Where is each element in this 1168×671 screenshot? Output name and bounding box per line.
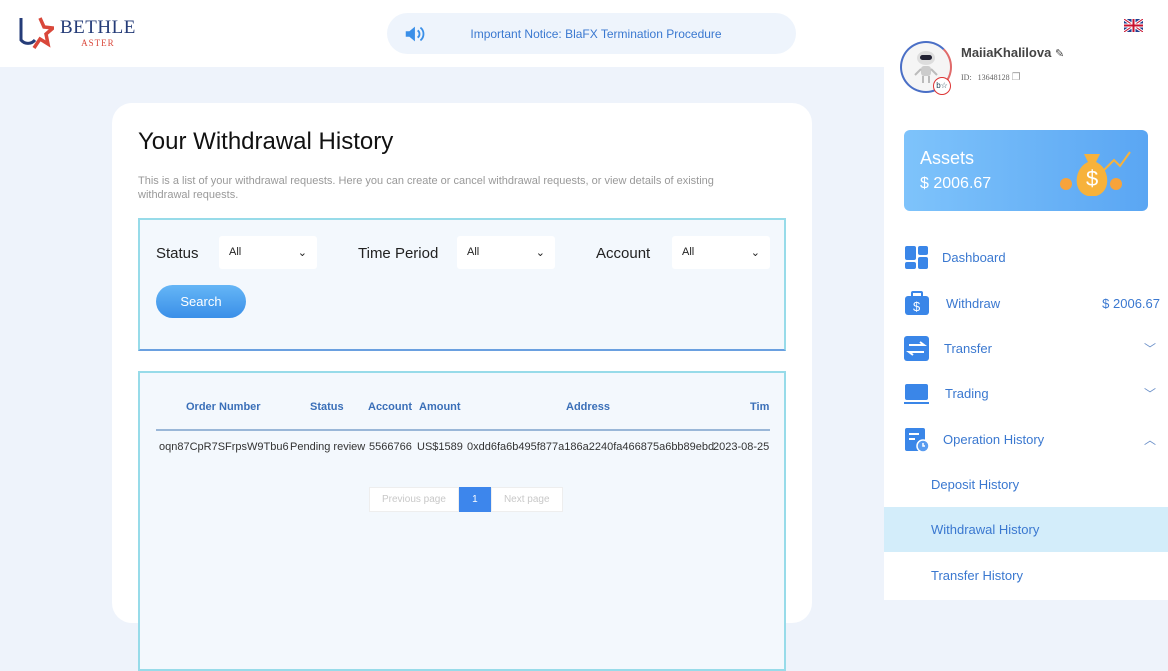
notice-text[interactable]: Important Notice: BlaFX Termination Proc… (426, 27, 796, 41)
page-1-button[interactable]: 1 (458, 487, 491, 512)
status-label: Status (156, 245, 199, 262)
logo[interactable]: BETHLE ASTER (18, 16, 136, 50)
filter-panel: Status All ⌄ Time Period All ⌄ Account All… (138, 218, 786, 351)
cell-status: Pending review (290, 441, 366, 453)
logo-icon (19, 17, 54, 49)
cell-time: 2023-08-25 (713, 441, 770, 453)
money-bag-illustration-icon: $ (1060, 151, 1131, 196)
svg-text:$: $ (1086, 166, 1098, 191)
header-address: Address (566, 401, 611, 413)
withdraw-label: Withdraw (946, 296, 1001, 311)
sidebar-item-transfer[interactable]: Transfer ﹀ (884, 326, 1168, 371)
trading-label: Trading (945, 386, 989, 401)
top-header: BETHLE ASTER Important Notice: BlaFX Term… (0, 0, 884, 67)
account-label: Account (596, 245, 651, 262)
copy-icon[interactable]: ❐ (1012, 72, 1021, 83)
cell-amount: US$1589 (417, 441, 463, 453)
speaker-icon (405, 26, 425, 41)
header-time: Tim (750, 401, 770, 413)
dashboard-icon (905, 246, 928, 269)
username-text: MaiiaKhalilova (961, 45, 1052, 60)
dashboard-label: Dashboard (942, 250, 1006, 265)
operation-history-label: Operation History (943, 432, 1045, 447)
history-icon (905, 428, 929, 452)
withdraw-icon: $ (905, 291, 929, 315)
account-value: All (682, 246, 695, 258)
page-description: This is a list of your withdrawal reques… (138, 175, 714, 201)
chevron-down-icon[interactable]: ﹀ (1144, 340, 1156, 357)
previous-page-button[interactable]: Previous page (369, 487, 459, 512)
status-select[interactable]: All ⌄ (219, 236, 317, 269)
page-title: Your Withdrawal History (138, 128, 394, 155)
header-status: Status (310, 401, 344, 413)
header-order-number: Order Number (186, 401, 261, 413)
withdrawal-table: Order Number Status Account Amount Addre… (138, 371, 786, 671)
pagination: Previous page 1 Next page (369, 487, 563, 512)
sidebar-item-deposit-history[interactable]: Deposit History (884, 462, 1168, 507)
assets-label: Assets (920, 148, 975, 168)
header-account: Account (368, 401, 412, 413)
chevron-down-icon[interactable]: ﹀ (1144, 385, 1156, 402)
sidebar-item-transfer-history[interactable]: Transfer History (884, 553, 1168, 598)
period-value: All (467, 246, 480, 258)
transfer-label: Transfer (944, 341, 992, 356)
id-label: ID: (961, 73, 972, 82)
username: MaiiaKhalilova ✎ (961, 45, 1064, 60)
uk-flag-icon[interactable] (1124, 19, 1143, 32)
chevron-down-icon: ⌄ (535, 247, 545, 259)
svg-text:$: $ (913, 299, 921, 314)
chevron-down-icon: ⌄ (750, 247, 760, 259)
cell-address: 0xdd6fa6b495f877a186a2240fa466875a6bb89e… (467, 441, 715, 453)
status-value: All (229, 246, 242, 258)
assets-card: Assets $ 2006.67 $ (904, 130, 1148, 211)
notice-banner[interactable]: Important Notice: BlaFX Termination Proc… (387, 13, 796, 54)
logo-sub: ASTER (81, 38, 115, 48)
header-divider (156, 429, 770, 431)
next-page-button[interactable]: Next page (490, 487, 563, 512)
logo-badge-icon: b☆ (933, 77, 951, 95)
transfer-icon (904, 336, 929, 361)
id-value: 13648128 (977, 73, 1010, 82)
laptop-icon (904, 384, 929, 404)
edit-pencil-icon[interactable]: ✎ (1055, 48, 1064, 60)
user-id: ID: 13648128 ❐ (961, 72, 1021, 83)
cell-account: 5566766 (369, 441, 412, 453)
chevron-up-icon[interactable]: ︿ (1144, 431, 1156, 448)
period-label: Time Period (358, 245, 439, 262)
logo-name: BETHLE (60, 17, 136, 38)
sidebar-item-dashboard[interactable]: Dashboard (884, 235, 1168, 280)
header-amount: Amount (419, 401, 461, 413)
withdrawal-history-card: Your Withdrawal History This is a list o… (112, 103, 812, 671)
account-select[interactable]: All ⌄ (672, 236, 770, 269)
search-button[interactable]: Search (156, 285, 246, 318)
withdraw-amount: $ 2006.67 (1102, 296, 1160, 311)
chevron-down-icon: ⌄ (297, 247, 307, 259)
sidebar-item-operation-history[interactable]: Operation History ︿ (884, 417, 1168, 462)
sidebar-item-withdraw[interactable]: $ Withdraw $ 2006.67 (884, 281, 1168, 326)
cell-order-number: oqn87CpR7SFrpsW9Tbu6 (159, 441, 289, 453)
assets-value: $ 2006.67 (920, 175, 992, 192)
sidebar-item-withdrawal-history[interactable]: Withdrawal History (884, 507, 1168, 552)
sidebar: b☆ MaiiaKhalilova ✎ ID: 13648128 ❐ Asset… (884, 0, 1168, 600)
period-select[interactable]: All ⌄ (457, 236, 555, 269)
sidebar-item-trading[interactable]: Trading ﹀ (884, 371, 1168, 416)
